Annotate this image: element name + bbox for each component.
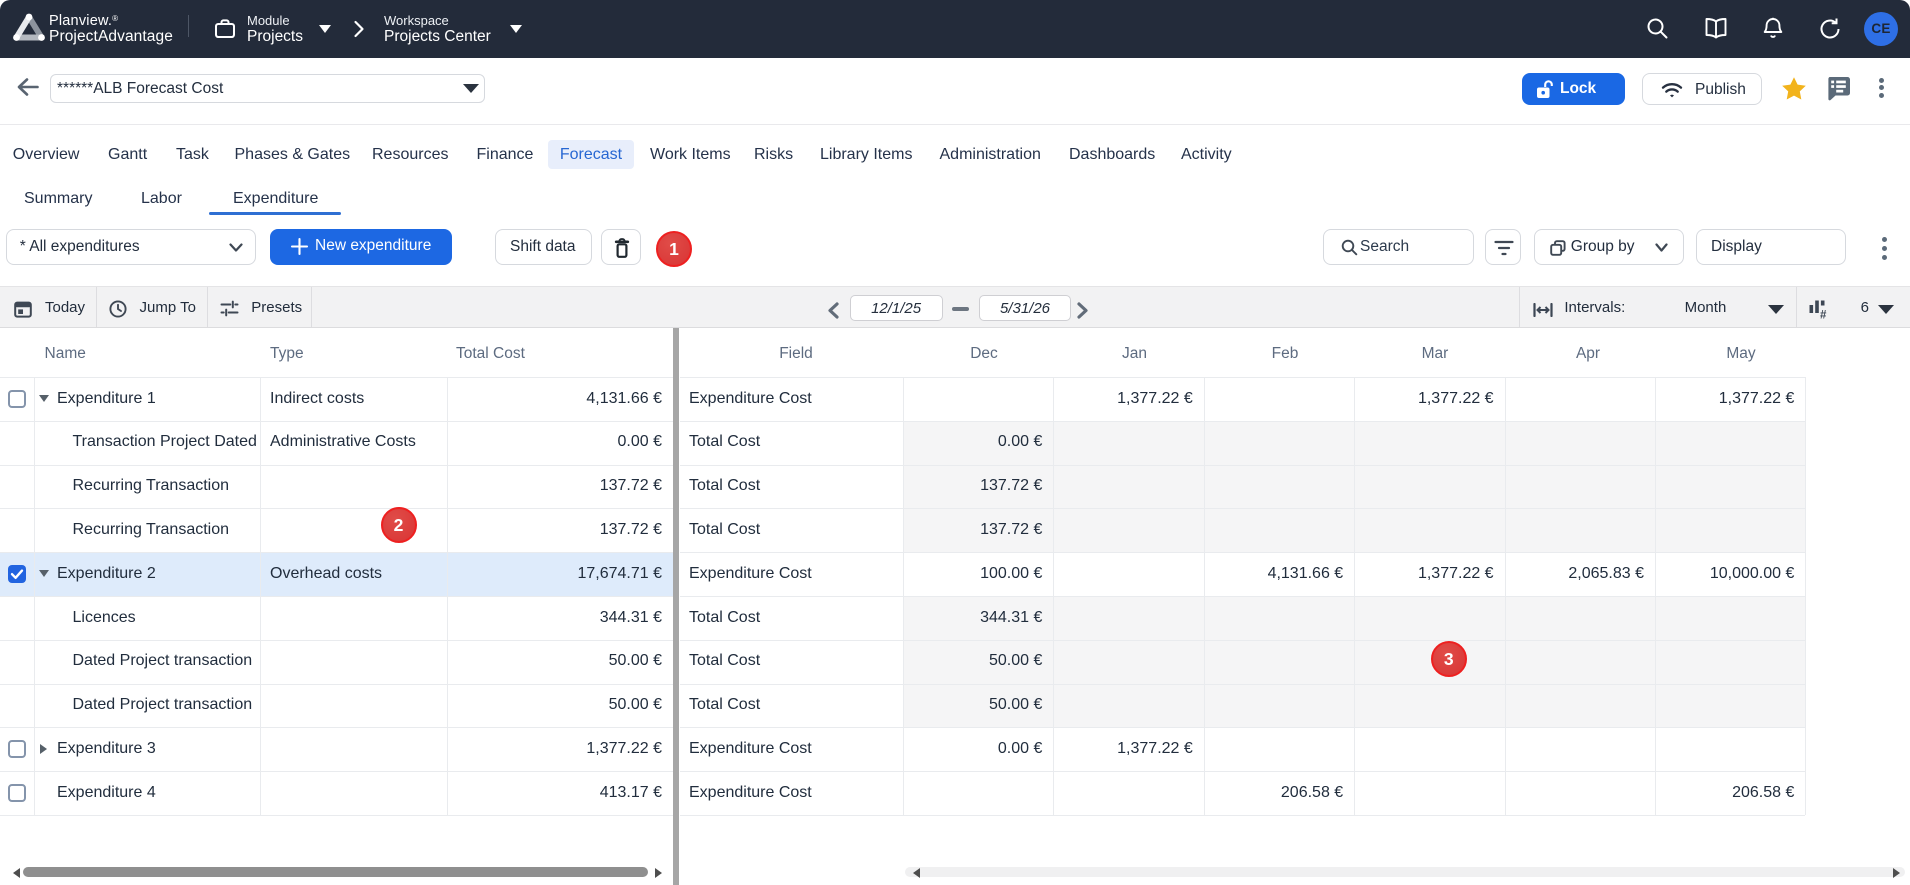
svg-text:#: # <box>1820 310 1827 321</box>
